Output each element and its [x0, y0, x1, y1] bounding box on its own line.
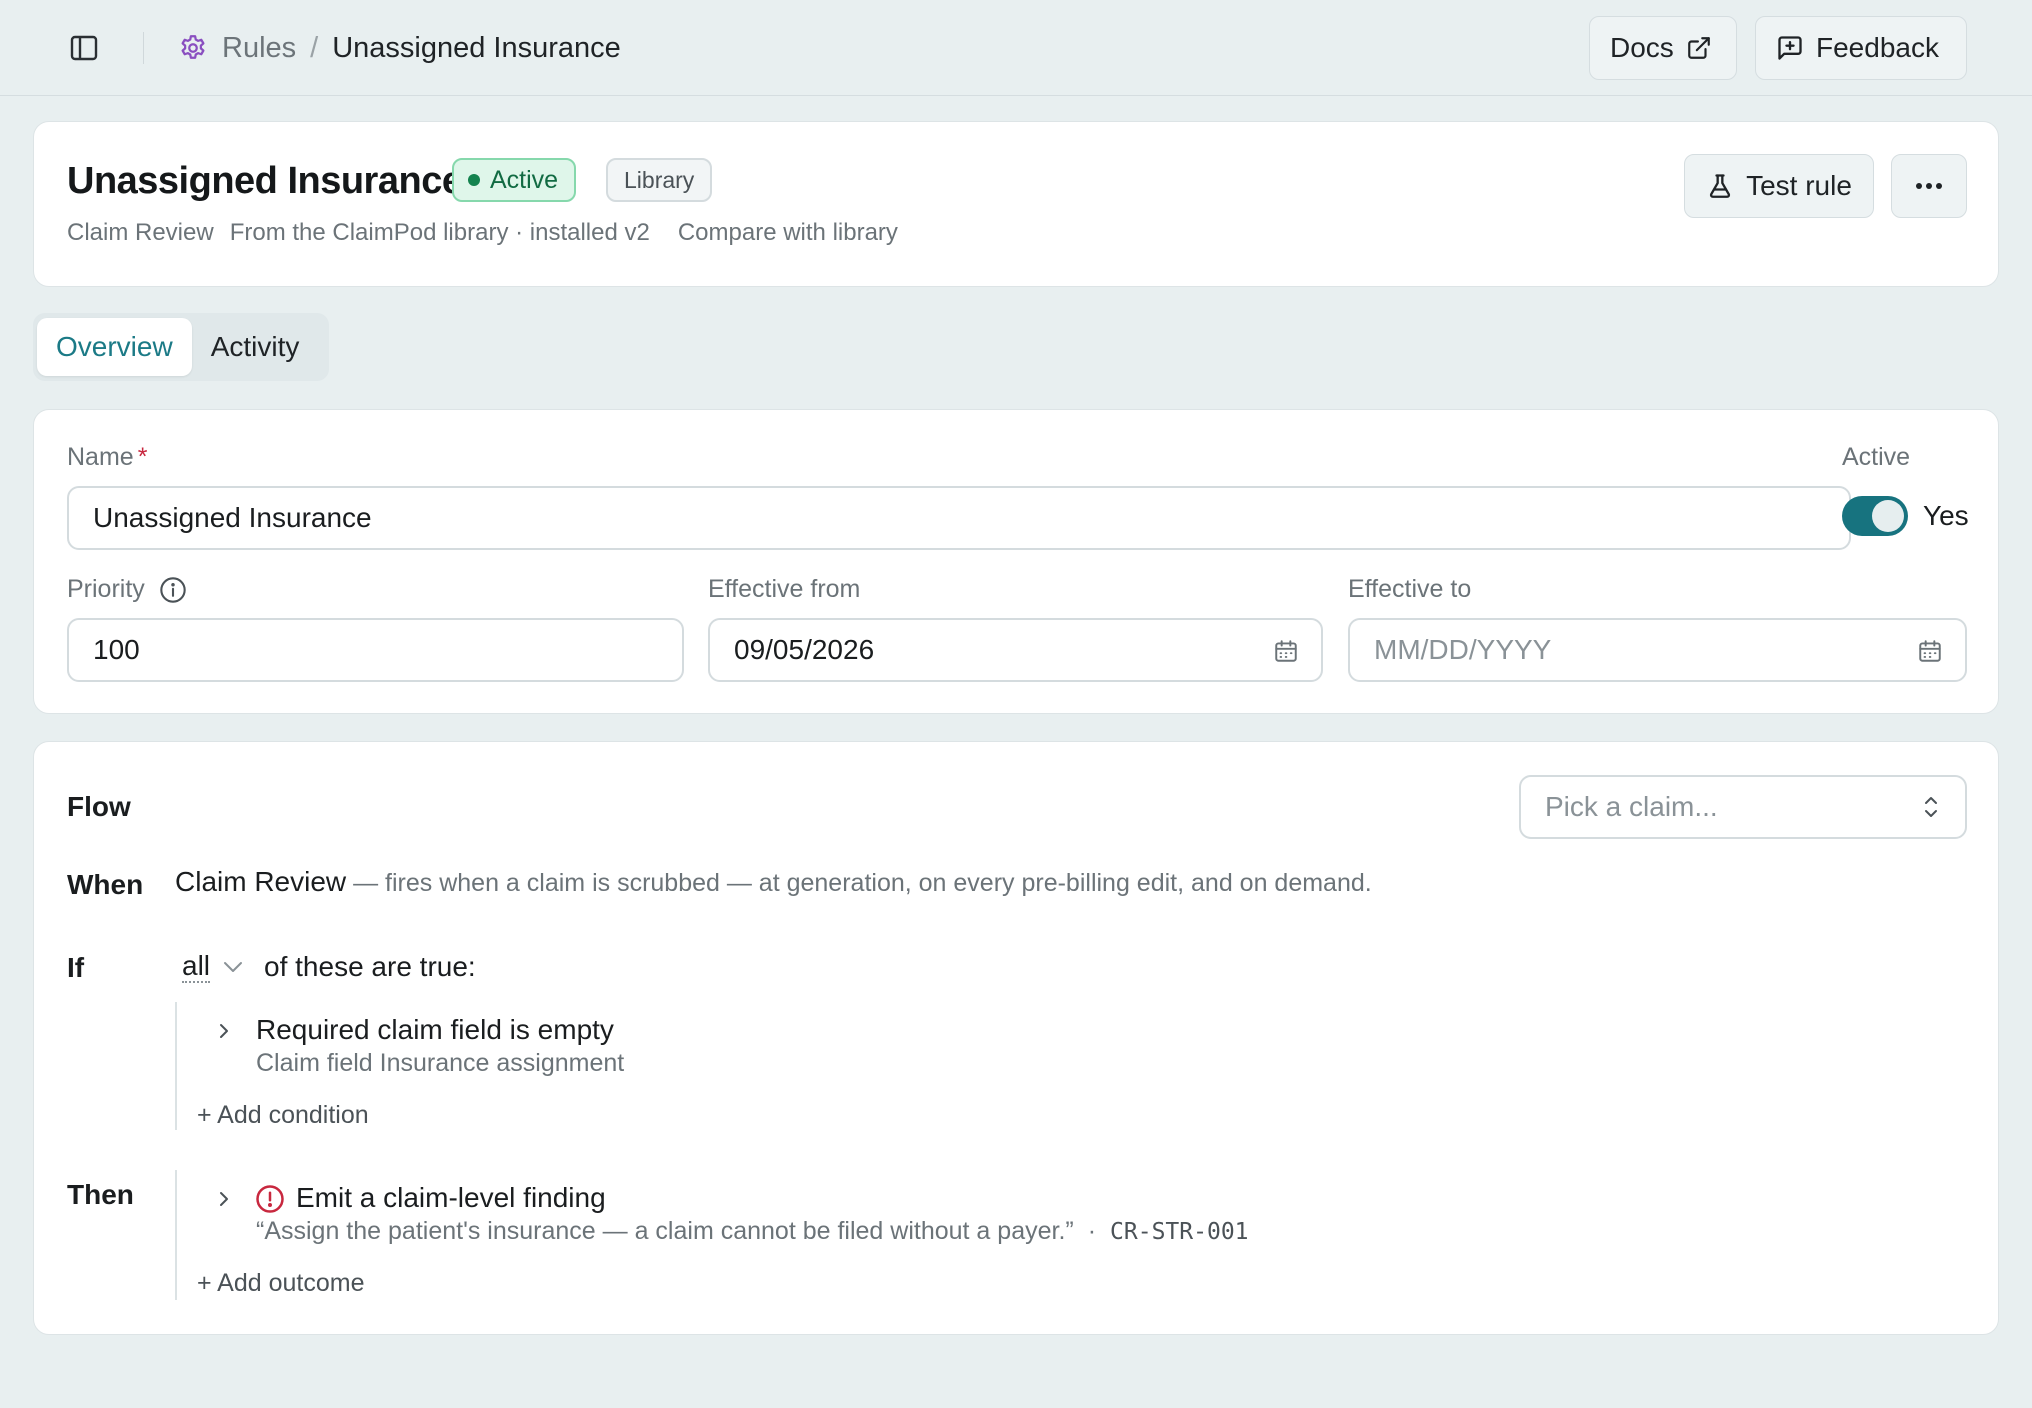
chevron-right-icon[interactable]: [217, 1188, 231, 1215]
docs-button[interactable]: Docs: [1589, 16, 1737, 80]
rule-header-card: Unassigned Insurance Active Library Clai…: [33, 121, 1999, 287]
name-input[interactable]: Unassigned Insurance: [67, 486, 1851, 550]
ellipsis-icon: [1915, 182, 1943, 190]
active-toggle[interactable]: [1842, 496, 1908, 536]
chevron-down-icon[interactable]: [222, 960, 244, 974]
external-link-icon: [1686, 35, 1712, 61]
info-icon[interactable]: [159, 576, 187, 604]
when-keyword: When: [67, 869, 144, 900]
breadcrumb: Rules / Unassigned Insurance: [178, 28, 621, 68]
top-bar: Rules / Unassigned Insurance Docs Feedba…: [0, 0, 2032, 96]
condition-title: Required claim field is empty: [256, 1014, 614, 1045]
effective-from-input[interactable]: 09/05/2026: [708, 618, 1323, 682]
outcome-message: “Assign the patient's insurance — a clai…: [256, 1217, 1074, 1245]
compare-with-library-link[interactable]: Compare with library: [678, 219, 898, 247]
alert-circle-icon: [255, 1184, 285, 1214]
active-toggle-knob: [1872, 500, 1904, 532]
message-plus-icon: [1776, 34, 1804, 62]
active-value: Yes: [1923, 500, 1969, 531]
conditions-branch-line: [175, 1002, 177, 1130]
outcomes-branch-line: [175, 1170, 177, 1300]
status-dot: [468, 174, 480, 186]
feedback-button-label: Feedback: [1816, 32, 1939, 63]
if-suffix: of these are true:: [264, 951, 476, 982]
feedback-button[interactable]: Feedback: [1755, 16, 1967, 80]
chevron-right-icon[interactable]: [217, 1020, 231, 1047]
more-actions-button[interactable]: [1891, 154, 1967, 218]
flask-icon: [1706, 171, 1734, 201]
calendar-icon[interactable]: [1917, 638, 1943, 671]
priority-label-text: Priority: [67, 575, 145, 603]
priority-label: Priority: [67, 575, 187, 604]
page-title: Unassigned Insurance: [67, 160, 463, 202]
status-badge: Active: [452, 158, 577, 202]
calendar-icon[interactable]: [1273, 638, 1299, 671]
name-label: Name *: [67, 443, 147, 472]
tab-overview[interactable]: Overview: [37, 318, 192, 376]
effective-to-input[interactable]: MM/DD/YYYY: [1348, 618, 1967, 682]
quantifier-select[interactable]: all: [182, 951, 211, 983]
claim-picker-placeholder: Pick a claim...: [1545, 791, 1718, 822]
test-rule-button[interactable]: Test rule: [1684, 154, 1874, 218]
name-label-text: Name: [67, 443, 134, 471]
rule-settings-card: Name * Unassigned Insurance Active Yes Pr…: [33, 409, 1999, 714]
outcome-separator: ·: [1087, 1217, 1097, 1245]
if-keyword: If: [67, 952, 85, 983]
rule-subline: Claim Review From the ClaimPod library ·…: [67, 219, 898, 247]
chevron-up-down-icon: [1921, 793, 1941, 821]
test-rule-label: Test rule: [1746, 170, 1852, 201]
breadcrumb-current: Unassigned Insurance: [332, 31, 621, 64]
effective-to-label: Effective to: [1348, 575, 1472, 603]
docs-button-label: Docs: [1610, 32, 1674, 63]
active-label: Active: [1842, 443, 1911, 471]
outcome-title: Emit a claim-level finding: [296, 1182, 606, 1213]
rule-source-info: From the ClaimPod library · installed v2: [229, 219, 650, 246]
gear-icon: [178, 33, 208, 63]
topbar-divider: [143, 32, 144, 64]
priority-input[interactable]: 100: [67, 618, 684, 682]
library-badge: Library: [606, 158, 713, 202]
rule-category: Claim Review: [67, 219, 214, 246]
trigger-description: — fires when a claim is scrubbed — at ge…: [346, 869, 1372, 897]
trigger-line: Claim Review — fires when a claim is scr…: [175, 866, 1372, 898]
add-condition-button[interactable]: + Add condition: [197, 1101, 369, 1130]
status-badge-label: Active: [490, 165, 559, 194]
condition-detail: Claim field Insurance assignment: [256, 1049, 625, 1077]
breadcrumb-rules-link[interactable]: Rules: [222, 32, 296, 65]
tab-activity[interactable]: Activity: [192, 318, 319, 376]
add-outcome-button[interactable]: + Add outcome: [197, 1269, 364, 1298]
if-clause: all of these are true:: [182, 951, 476, 983]
sidebar-toggle-icon[interactable]: [66, 32, 102, 64]
flow-card: Flow Pick a claim... When Claim Review —…: [33, 741, 1999, 1335]
claim-picker[interactable]: Pick a claim...: [1519, 775, 1967, 839]
outcome-detail: “Assign the patient's insurance — a clai…: [256, 1217, 1249, 1246]
trigger-name: Claim Review: [175, 866, 347, 897]
tab-bar: Overview Activity: [33, 313, 329, 381]
flow-title: Flow: [67, 791, 131, 822]
effective-to-placeholder: MM/DD/YYYY: [1374, 634, 1552, 665]
effective-from-value: 09/05/2026: [734, 634, 875, 665]
then-keyword: Then: [67, 1179, 134, 1210]
outcome-code: CR-STR-001: [1110, 1218, 1249, 1245]
required-marker: *: [137, 443, 148, 471]
breadcrumb-separator: /: [310, 31, 319, 64]
effective-from-label: Effective from: [708, 575, 861, 603]
